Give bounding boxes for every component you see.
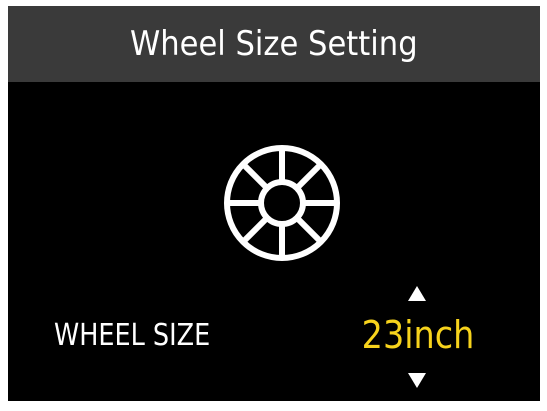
- triangle-up-icon[interactable]: [408, 286, 426, 301]
- wheel-size-label: WHEEL SIZE: [54, 318, 211, 353]
- device-screen: Wheel Size Setting WHEEL SIZE 23inch: [8, 6, 540, 401]
- wheel-size-selector[interactable]: 23inch: [338, 286, 488, 396]
- triangle-down-icon[interactable]: [408, 373, 426, 388]
- title-bar: Wheel Size Setting: [8, 6, 540, 82]
- wheel-icon: [222, 143, 342, 263]
- page-title: Wheel Size Setting: [130, 24, 418, 64]
- wheel-size-value: 23inch: [361, 313, 475, 357]
